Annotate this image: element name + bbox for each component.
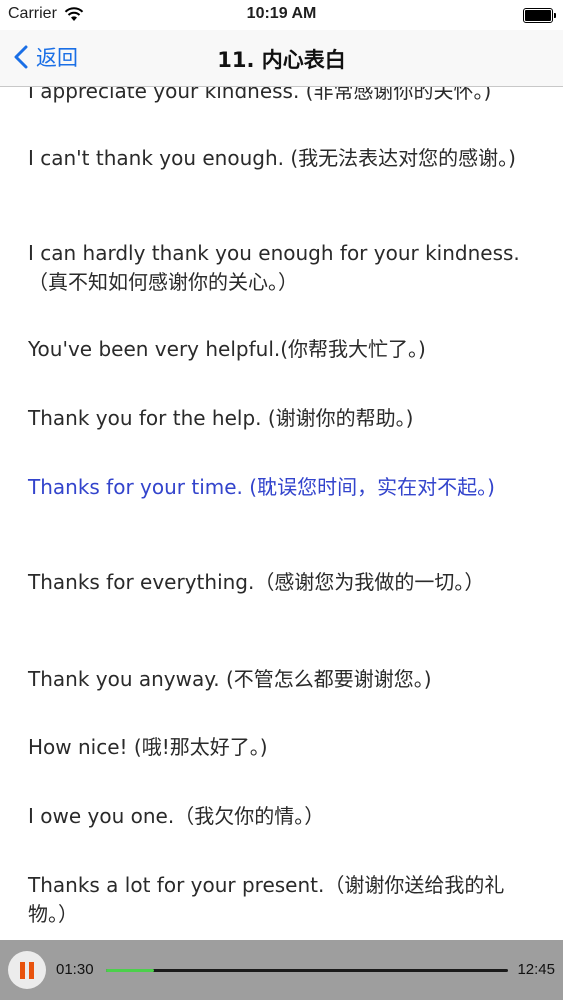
phrase-item-active[interactable]: Thanks for your time. (耽误您时间，实在对不起。)	[28, 473, 538, 502]
progress-fill	[106, 969, 155, 972]
phrase-item[interactable]: Thanks for everything.（感谢您为我做的一切。）	[28, 568, 538, 597]
status-bar: Carrier 10:19 AM	[0, 0, 563, 30]
phrase-item[interactable]: Thank you anyway. (不管怎么都要谢谢您。)	[28, 665, 538, 694]
phrase-item[interactable]: I owe you one.（我欠你的情。）	[28, 802, 538, 831]
status-time: 10:19 AM	[246, 5, 317, 22]
pause-button[interactable]	[8, 951, 46, 989]
phrase-item[interactable]: You've been very helpful.(你帮我大忙了。)	[28, 335, 538, 364]
page-title: 11. 内心表白	[217, 48, 346, 72]
phrase-item[interactable]: Thank you for the help. (谢谢你的帮助。)	[28, 404, 538, 433]
progress-slider[interactable]	[106, 969, 508, 972]
total-time: 12:45	[517, 961, 555, 978]
phrase-item[interactable]: I can't thank you enough. (我无法表达对您的感谢。)	[28, 144, 538, 173]
audio-player-bar: 01:30 12:45	[0, 940, 563, 1000]
elapsed-time: 01:30	[56, 961, 94, 978]
battery-icon	[523, 8, 556, 23]
phrase-item[interactable]: How nice! (哦!那太好了。)	[28, 733, 538, 762]
phrase-item[interactable]: I can hardly thank you enough for your k…	[28, 239, 538, 297]
phrase-item[interactable]: Thanks a lot for your present.（谢谢你送给我的礼物…	[28, 871, 538, 929]
navigation-bar: 返回 11. 内心表白	[0, 30, 563, 87]
phrase-list[interactable]: I appreciate your kindness. (非常感谢你的关怀。) …	[0, 60, 563, 940]
